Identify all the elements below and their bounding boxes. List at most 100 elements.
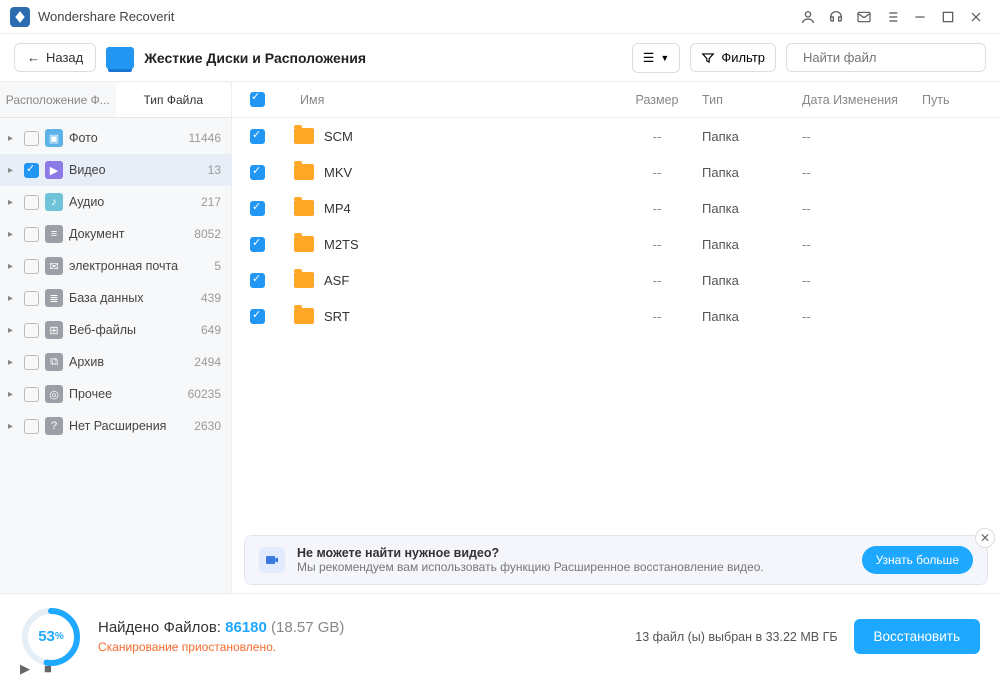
close-icon[interactable] [962,3,990,31]
filter-label: Фильтр [721,50,765,65]
breadcrumb: Жесткие Диски и Расположения [144,50,366,66]
tip-desc: Мы рекомендуем вам использовать функцию … [297,560,850,574]
category-checkbox[interactable] [24,259,39,274]
row-checkbox[interactable] [250,237,265,252]
minimize-icon[interactable] [906,3,934,31]
content-area: Имя Размер Тип Дата Изменения Путь SCM -… [232,82,1000,593]
category-checkbox[interactable] [24,387,39,402]
row-checkbox[interactable] [250,201,265,216]
category-count: 2630 [194,419,221,433]
table-row[interactable]: M2TS -- Папка -- [232,226,1000,262]
sidebar-item-прочее[interactable]: ▸ ◎ Прочее 60235 [0,378,231,410]
category-count: 5 [214,259,221,273]
play-icon[interactable]: ▶ [20,661,30,677]
video-icon [259,547,285,573]
sidebar-item-видео[interactable]: ▸ ▶ Видео 13 [0,154,231,186]
caret-icon: ▸ [8,261,18,272]
table-row[interactable]: MP4 -- Папка -- [232,190,1000,226]
table-row[interactable]: ASF -- Папка -- [232,262,1000,298]
sidebar-item-фото[interactable]: ▸ ▣ Фото 11446 [0,122,231,154]
header-type[interactable]: Тип [702,93,802,107]
category-checkbox[interactable] [24,355,39,370]
stop-icon[interactable]: ■ [44,661,52,677]
category-icon: ⧉ [45,353,63,371]
maximize-icon[interactable] [934,3,962,31]
account-icon[interactable] [794,3,822,31]
row-type: Папка [702,237,802,252]
header-date[interactable]: Дата Изменения [802,93,922,107]
row-name: MP4 [324,201,612,216]
row-size: -- [612,165,702,180]
learn-more-button[interactable]: Узнать больше [862,546,973,574]
select-all-checkbox[interactable] [250,92,265,107]
row-checkbox[interactable] [250,309,265,324]
progress-ring: 53% [20,606,82,668]
header-size[interactable]: Размер [612,93,702,107]
recover-button[interactable]: Восстановить [854,619,980,654]
category-label: Нет Расширения [69,419,188,433]
sidebar-item-аудио[interactable]: ▸ ♪ Аудио 217 [0,186,231,218]
caret-icon: ▸ [8,197,18,208]
disk-icon [106,47,134,69]
folder-icon [294,200,314,216]
back-button[interactable]: ← Назад [14,43,96,72]
folder-icon [294,236,314,252]
sidebar-item-электронная почта[interactable]: ▸ ✉ электронная почта 5 [0,250,231,282]
sidebar-item-документ[interactable]: ▸ ≡ Документ 8052 [0,218,231,250]
sidebar-item-архив[interactable]: ▸ ⧉ Архив 2494 [0,346,231,378]
back-label: Назад [46,50,83,65]
tab-filetype[interactable]: Тип Файла [116,82,232,117]
row-checkbox[interactable] [250,273,265,288]
table-row[interactable]: SRT -- Папка -- [232,298,1000,334]
category-count: 11446 [189,131,221,145]
view-mode-button[interactable]: ☰ ▼ [632,43,681,73]
caret-icon: ▸ [8,133,18,144]
category-checkbox[interactable] [24,163,39,178]
row-size: -- [612,273,702,288]
sidebar-item-веб-файлы[interactable]: ▸ ⊞ Веб-файлы 649 [0,314,231,346]
table-row[interactable]: MKV -- Папка -- [232,154,1000,190]
titlebar: Wondershare Recoverit [0,0,1000,34]
category-checkbox[interactable] [24,291,39,306]
close-tip-button[interactable]: ✕ [975,528,995,548]
row-type: Папка [702,273,802,288]
row-checkbox[interactable] [250,129,265,144]
caret-icon: ▸ [8,421,18,432]
found-label: Найдено Файлов: [98,619,225,636]
sidebar-item-база данных[interactable]: ▸ ≣ База данных 439 [0,282,231,314]
category-checkbox[interactable] [24,195,39,210]
category-checkbox[interactable] [24,323,39,338]
category-checkbox[interactable] [24,131,39,146]
tip-banner: Не можете найти нужное видео? Мы рекомен… [244,535,988,585]
filter-button[interactable]: Фильтр [690,43,776,72]
caret-icon: ▸ [8,229,18,240]
row-size: -- [612,129,702,144]
category-count: 8052 [194,227,221,241]
progress-percent: 53 [38,628,55,645]
caret-icon: ▸ [8,165,18,176]
sidebar-item-нет расширения[interactable]: ▸ ? Нет Расширения 2630 [0,410,231,442]
progress-unit: % [55,631,64,642]
search-wrap[interactable] [786,43,986,72]
support-icon[interactable] [822,3,850,31]
category-checkbox[interactable] [24,227,39,242]
table-row[interactable]: SCM -- Папка -- [232,118,1000,154]
category-icon: ? [45,417,63,435]
header-path[interactable]: Путь [922,93,982,107]
sidebar: Расположение Ф... Тип Файла ▸ ▣ Фото 114… [0,82,232,593]
category-count: 649 [201,323,221,337]
folder-icon [294,272,314,288]
folder-icon [294,128,314,144]
category-icon: ✉ [45,257,63,275]
mail-icon[interactable] [850,3,878,31]
category-checkbox[interactable] [24,419,39,434]
category-icon: ≣ [45,289,63,307]
toolbar: ← Назад Жесткие Диски и Расположения ☰ ▼… [0,34,1000,82]
tab-location[interactable]: Расположение Ф... [0,82,116,117]
search-input[interactable] [803,50,979,65]
row-size: -- [612,237,702,252]
header-name[interactable]: Имя [280,93,612,107]
row-checkbox[interactable] [250,165,265,180]
row-type: Папка [702,129,802,144]
list-icon[interactable] [878,3,906,31]
